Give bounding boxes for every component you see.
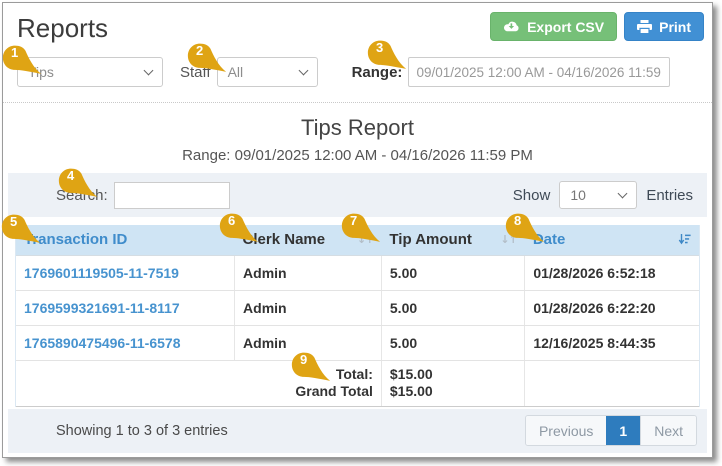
entries-per-page-value: 10 <box>570 187 586 203</box>
table-controls-band: Search: Show 10 Entries <box>8 173 707 217</box>
previous-page-button[interactable]: Previous <box>525 416 607 445</box>
report-type-value: Tips <box>28 64 54 80</box>
table-row: 1769599321691-11-8117 Admin 5.00 01/28/2… <box>16 290 699 326</box>
grand-total-label: Grand Total <box>295 382 373 399</box>
total-label: Total: <box>335 365 373 382</box>
page-1-button[interactable]: 1 <box>606 416 641 445</box>
date-cell: 01/28/2026 6:52:18 <box>524 255 699 291</box>
total-value: $15.00 <box>389 365 433 382</box>
filter-bar: Tips Staff All Range: <box>3 57 712 87</box>
sort-unsorted-icon: ↓↑ <box>500 233 517 247</box>
staff-value: All <box>227 64 244 80</box>
date-range-input[interactable] <box>408 57 671 87</box>
table-row: 1769601119505-11-7519 Admin 5.00 01/28/2… <box>16 255 699 291</box>
column-label: Tip Amount <box>389 231 472 249</box>
reports-page: Reports Export CSV Print Tips Staff All … <box>0 0 722 466</box>
next-page-button[interactable]: Next <box>640 416 696 445</box>
chevron-down-icon <box>617 188 628 199</box>
report-heading: Tips Report Range: 09/01/2025 12:00 AM -… <box>3 103 712 164</box>
tip-amount-cell: 5.00 <box>380 325 525 361</box>
chevron-down-icon <box>143 65 154 76</box>
table-footer-band: Showing 1 to 3 of 3 entries Previous 1 N… <box>8 408 707 453</box>
column-label: Transaction ID <box>24 231 128 249</box>
entries-summary: Showing 1 to 3 of 3 entries <box>56 422 228 439</box>
tip-amount-cell: 5.00 <box>380 290 525 326</box>
date-cell: 01/28/2026 6:22:20 <box>524 290 699 326</box>
totals-values: $15.00 $15.00 <box>380 360 525 407</box>
tips-report-table: Transaction ID Clerk Name ↓↑ Tip Amount … <box>15 225 700 407</box>
totals-row: Total: Grand Total $15.00 $15.00 <box>16 360 699 407</box>
table-row: 1765890475496-11-6578 Admin 5.00 12/16/2… <box>16 325 699 361</box>
grand-total-value: $15.00 <box>389 382 433 399</box>
export-csv-label: Export CSV <box>527 18 605 35</box>
transaction-id-link[interactable]: 1769601119505-11-7519 <box>16 255 235 291</box>
sort-unsorted-icon: ↓↑ <box>356 233 374 247</box>
column-header-tip-amount[interactable]: Tip Amount ↓↑ <box>381 225 525 256</box>
entries-label: Entries <box>646 186 693 204</box>
report-title: Tips Report <box>301 115 414 140</box>
search-label: Search: <box>56 186 108 204</box>
tip-amount-cell: 5.00 <box>380 255 525 291</box>
show-label: Show <box>512 186 551 204</box>
column-header-clerk-name[interactable]: Clerk Name ↓↑ <box>234 225 382 256</box>
show-entries-control: Show 10 Entries <box>513 181 693 209</box>
clerk-name-cell: Admin <box>234 255 382 291</box>
column-label: Clerk Name <box>242 231 326 249</box>
column-label: Date <box>532 231 566 249</box>
transaction-id-link[interactable]: 1765890475496-11-6578 <box>16 325 235 361</box>
date-cell: 12/16/2025 8:44:35 <box>524 325 699 361</box>
chevron-down-icon <box>298 65 309 76</box>
pagination: Previous 1 Next <box>524 415 697 446</box>
table-header-row: Transaction ID Clerk Name ↓↑ Tip Amount … <box>16 225 699 256</box>
search-input[interactable] <box>113 181 230 209</box>
report-range-subtitle: Range: 09/01/2025 12:00 AM - 04/16/2026 … <box>182 147 533 164</box>
totals-empty-cell <box>524 360 699 407</box>
toolbar: Export CSV Print <box>490 12 704 41</box>
export-csv-button[interactable]: Export CSV <box>490 12 618 41</box>
transaction-id-link[interactable]: 1769599321691-11-8117 <box>16 290 235 326</box>
printer-icon <box>637 19 653 34</box>
window-frame: Reports Export CSV Print Tips Staff All … <box>1 2 713 458</box>
range-label: Range: <box>351 63 403 81</box>
column-header-date[interactable]: Date <box>524 225 699 256</box>
top-bar: Reports Export CSV Print <box>3 3 712 44</box>
print-label: Print <box>659 18 691 35</box>
sort-descending-icon <box>678 233 691 246</box>
entries-per-page-select[interactable]: 10 <box>559 181 638 209</box>
print-button[interactable]: Print <box>624 12 704 41</box>
cloud-download-icon <box>503 20 520 33</box>
clerk-name-cell: Admin <box>234 325 382 361</box>
clerk-name-cell: Admin <box>234 290 382 326</box>
totals-labels: Total: Grand Total <box>16 360 382 407</box>
staff-label: Staff <box>180 63 211 81</box>
report-type-select[interactable]: Tips <box>17 57 163 87</box>
column-header-transaction-id[interactable]: Transaction ID <box>16 225 235 256</box>
search-control: Search: <box>56 181 230 209</box>
staff-select[interactable]: All <box>216 57 318 87</box>
